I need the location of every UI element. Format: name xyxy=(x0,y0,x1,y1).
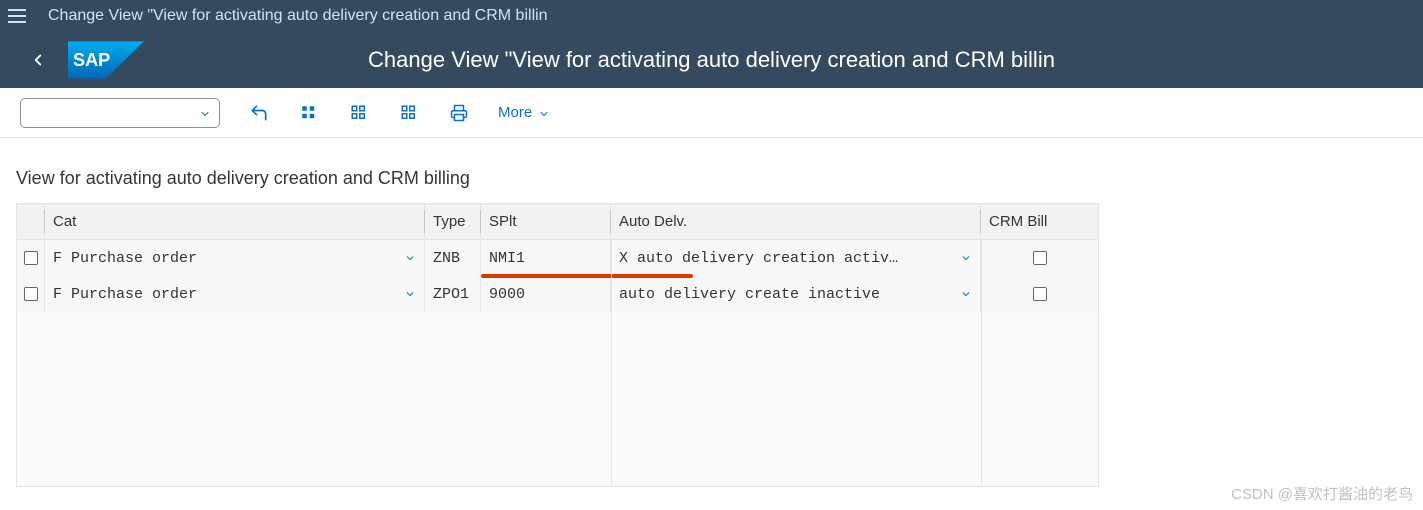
chevron-down-icon xyxy=(199,107,211,119)
page-title: Change View "View for activating auto de… xyxy=(0,47,1423,73)
grid-action-2-icon[interactable] xyxy=(348,102,370,124)
cell-auto-text: auto delivery create inactive xyxy=(619,286,880,303)
print-icon[interactable] xyxy=(448,102,470,124)
content-area: View for activating auto delivery creati… xyxy=(0,138,1423,487)
cell-splt[interactable]: NMI1 xyxy=(481,240,611,276)
table-row: F Purchase order ZPO1 9000 auto delivery… xyxy=(17,276,1098,312)
chevron-down-icon xyxy=(960,288,972,300)
section-title: View for activating auto delivery creati… xyxy=(16,168,1407,189)
checkbox-icon[interactable] xyxy=(24,287,38,301)
cell-cat-text: F Purchase order xyxy=(53,250,197,267)
svg-text:SAP: SAP xyxy=(73,50,110,70)
cell-type[interactable]: ZNB xyxy=(425,240,481,276)
toolbar: More xyxy=(0,88,1423,138)
grid-body: F Purchase order ZNB NMI1 X auto deliver… xyxy=(17,240,1098,486)
chevron-down-icon xyxy=(404,288,416,300)
divider xyxy=(611,240,612,486)
column-select xyxy=(17,204,45,239)
cell-splt[interactable]: 9000 xyxy=(481,276,611,312)
app-header: SAP Change View "View for activating aut… xyxy=(0,32,1423,88)
grid-action-1-icon[interactable] xyxy=(298,102,320,124)
window-topbar: Change View "View for activating auto de… xyxy=(0,0,1423,32)
row-select[interactable] xyxy=(17,240,45,276)
divider xyxy=(981,240,982,486)
data-grid: Cat Type SPlt Auto Delv. CRM Bill F Purc… xyxy=(16,203,1099,487)
cell-cat[interactable]: F Purchase order xyxy=(45,276,425,312)
row-select[interactable] xyxy=(17,276,45,312)
table-row: F Purchase order ZNB NMI1 X auto deliver… xyxy=(17,240,1098,276)
column-type[interactable]: Type xyxy=(425,204,481,239)
column-splt[interactable]: SPlt xyxy=(481,204,611,239)
chevron-down-icon xyxy=(960,252,972,264)
cell-cat[interactable]: F Purchase order xyxy=(45,240,425,276)
sap-logo: SAP xyxy=(68,41,144,79)
undo-icon[interactable] xyxy=(248,102,270,124)
column-cat[interactable]: Cat xyxy=(45,204,425,239)
grid-action-3-icon[interactable] xyxy=(398,102,420,124)
more-button[interactable]: More xyxy=(498,104,550,121)
checkbox-icon[interactable] xyxy=(24,251,38,265)
chevron-down-icon xyxy=(404,252,416,264)
more-label: More xyxy=(498,104,532,121)
grid-header: Cat Type SPlt Auto Delv. CRM Bill xyxy=(17,204,1098,240)
cell-type[interactable]: ZPO1 xyxy=(425,276,481,312)
cell-auto[interactable]: X auto delivery creation activ… xyxy=(611,240,981,276)
window-title: Change View "View for activating auto de… xyxy=(48,7,548,25)
menu-icon[interactable] xyxy=(8,4,32,28)
back-button[interactable] xyxy=(28,50,48,70)
navigation-combo[interactable] xyxy=(20,98,220,128)
cell-auto[interactable]: auto delivery create inactive xyxy=(611,276,981,312)
column-crm[interactable]: CRM Bill xyxy=(981,204,1098,239)
checkbox-icon[interactable] xyxy=(1033,251,1047,265)
chevron-down-icon xyxy=(538,107,550,119)
cell-auto-text: X auto delivery creation activ… xyxy=(619,250,898,267)
column-auto[interactable]: Auto Delv. xyxy=(611,204,981,239)
cell-cat-text: F Purchase order xyxy=(53,286,197,303)
cell-crm[interactable] xyxy=(981,240,1098,276)
cell-crm[interactable] xyxy=(981,276,1098,312)
checkbox-icon[interactable] xyxy=(1033,287,1047,301)
